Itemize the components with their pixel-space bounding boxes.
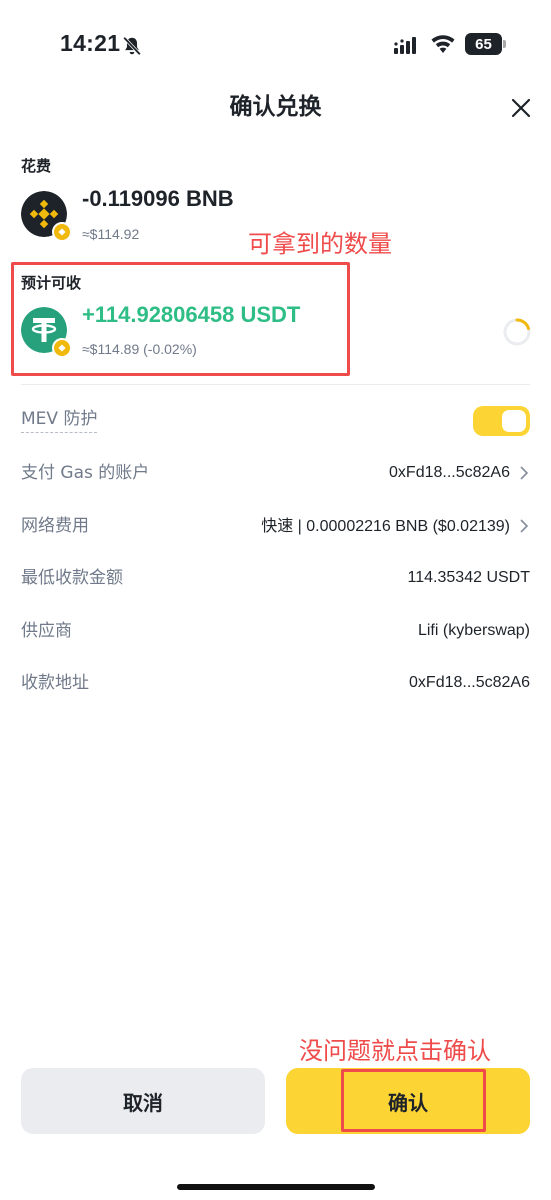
gas-account-value: 0xFd18...5c82A6 bbox=[389, 464, 510, 481]
gas-account-row[interactable]: 支付 Gas 的账户 0xFd18...5c82A6 bbox=[21, 458, 530, 488]
toggle-knob bbox=[502, 410, 526, 432]
min-receive-row: 最低收款金额 114.35342 USDT bbox=[21, 563, 530, 593]
page-title: 确认兑换 bbox=[229, 94, 322, 120]
receive-usd: ≈$114.89 (-0.02%) bbox=[82, 341, 197, 357]
receive-address-label: 收款地址 bbox=[21, 673, 89, 693]
home-indicator bbox=[177, 1184, 375, 1190]
spend-label: 花费 bbox=[21, 157, 52, 175]
gas-account-label: 支付 Gas 的账户 bbox=[21, 463, 150, 483]
status-bar: 14:21 65 bbox=[0, 0, 551, 90]
receive-token bbox=[21, 307, 72, 358]
confirm-swap-screen: 14:21 65 确认兑换 花费 -0.119096 BNB ≈$114.92 … bbox=[0, 0, 551, 1200]
receive-address-value: 0xFd18...5c82A6 bbox=[409, 674, 530, 691]
spend-amount: -0.119096 BNB bbox=[82, 186, 234, 211]
section-divider bbox=[21, 384, 530, 385]
spend-usd: ≈$114.92 bbox=[82, 226, 140, 242]
receive-address-row: 收款地址 0xFd18...5c82A6 bbox=[21, 668, 530, 698]
chevron-right-icon[interactable] bbox=[518, 466, 530, 480]
bnb-chain-badge-icon bbox=[52, 222, 72, 242]
mev-protection-label[interactable]: MEV 防护 bbox=[21, 406, 98, 433]
network-fee-label: 网络费用 bbox=[21, 516, 89, 536]
battery-level: 65 bbox=[475, 35, 492, 53]
annotation-confirm-box bbox=[341, 1069, 486, 1132]
mev-protection-row: MEV 防护 bbox=[21, 406, 530, 436]
loading-spinner-icon bbox=[503, 318, 531, 346]
receive-label: 预计可收 bbox=[21, 274, 82, 292]
network-fee-value: 快速 | 0.00002216 BNB ($0.02139) bbox=[261, 511, 510, 542]
battery-icon: 65 bbox=[465, 33, 506, 55]
wifi-icon bbox=[431, 35, 455, 53]
provider-label: 供应商 bbox=[21, 621, 72, 641]
close-icon[interactable] bbox=[509, 96, 533, 120]
bell-slash-icon bbox=[123, 36, 141, 56]
min-receive-value: 114.35342 USDT bbox=[407, 569, 530, 586]
signal-icon bbox=[394, 37, 416, 54]
network-fee-row[interactable]: 网络费用 快速 | 0.00002216 BNB ($0.02139) bbox=[21, 511, 530, 541]
provider-value: Lifi (kyberswap) bbox=[417, 622, 530, 639]
cancel-button[interactable]: 取消 bbox=[21, 1068, 265, 1134]
cancel-button-label: 取消 bbox=[123, 1090, 163, 1115]
status-time: 14:21 bbox=[60, 30, 121, 56]
annotation-confirm-note: 没问题就点击确认 bbox=[299, 1037, 491, 1065]
mev-protection-toggle[interactable] bbox=[473, 406, 530, 436]
chevron-right-icon[interactable] bbox=[518, 519, 530, 533]
network-fee-speed: 快速 bbox=[261, 516, 294, 535]
provider-row: 供应商 Lifi (kyberswap) bbox=[21, 616, 530, 646]
receive-amount: +114.92806458 USDT bbox=[82, 302, 301, 327]
network-fee-amount: | 0.00002216 BNB ($0.02139) bbox=[293, 518, 510, 535]
annotation-receive-note: 可拿到的数量 bbox=[248, 230, 392, 258]
min-receive-label: 最低收款金额 bbox=[21, 568, 123, 588]
spend-token bbox=[21, 191, 72, 242]
bnb-chain-badge-icon bbox=[52, 338, 72, 358]
